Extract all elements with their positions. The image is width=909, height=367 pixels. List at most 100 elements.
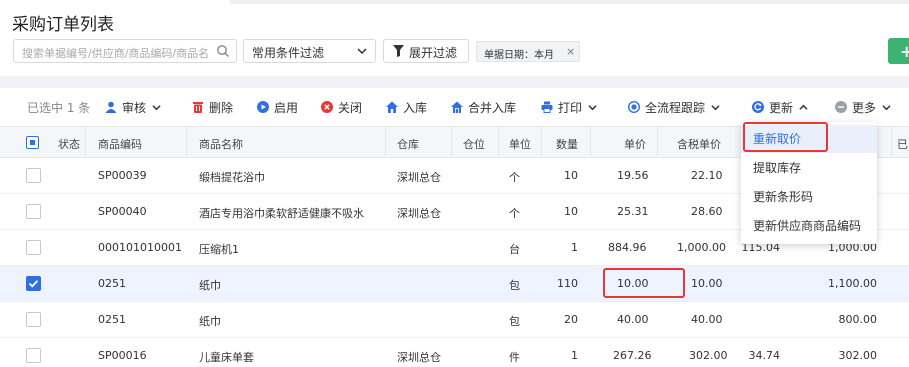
row-checkbox[interactable] xyxy=(26,348,41,363)
cell-unit-price: 267.26 xyxy=(613,349,652,362)
condition-filter-value: 常用条件过滤 xyxy=(252,46,325,60)
enable-button[interactable]: 启用 xyxy=(257,98,298,116)
header-strip xyxy=(230,0,909,4)
cell-quantity: 110 xyxy=(557,277,578,290)
cell-total-amount: 302.00 xyxy=(838,349,878,362)
column-divider xyxy=(891,127,892,159)
action-toolbar: 已选中 1 条 审核 删除 启用 关闭 入库 合并入库 打印 全流程跟踪 更新 … xyxy=(0,88,909,126)
cell-warehouse: 深圳总仓 xyxy=(397,207,441,220)
menu-item-extract-stock[interactable]: 提取库存 xyxy=(741,154,877,182)
unit-price-highlight xyxy=(603,268,685,298)
cell-quantity: 10 xyxy=(564,205,578,218)
cell-warehouse: 深圳总仓 xyxy=(397,171,441,184)
chevron-down-icon xyxy=(711,104,720,110)
update-label: 更新 xyxy=(769,100,794,115)
cell-tax-unit-price: 22.10 xyxy=(691,169,723,182)
reprice-highlight xyxy=(743,122,828,152)
expand-filter-label: 展开过滤 xyxy=(409,46,458,60)
row-checkbox[interactable] xyxy=(26,240,41,255)
search-input[interactable]: 搜索单据编号/供应商/商品编码/商品名 xyxy=(13,39,237,63)
full-process-track-button[interactable]: 全流程跟踪 xyxy=(628,98,720,116)
more-icon xyxy=(835,101,847,113)
column-divider xyxy=(498,127,499,159)
close-icon[interactable]: × xyxy=(566,45,575,58)
cell-unit: 包 xyxy=(509,279,520,292)
cell-tax-unit-price: 40.00 xyxy=(691,313,723,326)
column-divider xyxy=(451,127,452,159)
column-divider xyxy=(385,127,386,159)
checkmark-icon xyxy=(28,280,39,288)
close-order-button[interactable]: 关闭 xyxy=(321,98,362,116)
menu-item-update-barcode[interactable]: 更新条形码 xyxy=(741,183,877,211)
row-checkbox[interactable] xyxy=(26,312,41,327)
row-checkbox[interactable] xyxy=(26,204,41,219)
cell-tax-amount: 34.74 xyxy=(748,349,781,362)
warehouse-icon xyxy=(451,101,463,113)
filter-icon xyxy=(393,45,404,57)
cell-quantity: 20 xyxy=(564,313,578,326)
column-divider xyxy=(590,127,591,159)
page-title: 采购订单列表 xyxy=(12,15,114,35)
column-divider xyxy=(657,127,658,159)
table-row[interactable]: 0251 纸巾 包 110 10.00 10.00 1,100.00 xyxy=(0,266,909,302)
table-row[interactable]: 0251 纸巾 包 20 40.00 40.00 800.00 xyxy=(0,302,909,338)
more-button[interactable]: 更多 xyxy=(835,98,891,116)
header-unit-price: 单价 xyxy=(624,138,646,151)
audit-label: 审核 xyxy=(122,100,147,115)
column-divider xyxy=(186,127,187,159)
stock-in-label: 入库 xyxy=(403,100,428,115)
cell-product-name: 纸巾 xyxy=(199,279,221,292)
cell-product-code: SP00016 xyxy=(98,349,147,362)
cell-product-code: 0251 xyxy=(98,277,126,290)
cell-total-amount: 800.00 xyxy=(838,313,878,326)
chevron-down-icon xyxy=(357,48,367,55)
audit-button[interactable]: 审核 xyxy=(105,98,161,116)
expand-filter-button[interactable]: 展开过滤 xyxy=(383,39,469,63)
enable-label: 启用 xyxy=(274,100,299,115)
cell-product-name: 缎档提花浴巾 xyxy=(199,171,265,184)
cell-unit-price: 25.31 xyxy=(617,205,649,218)
header-tax-unit-price: 含税单价 xyxy=(677,138,721,151)
row-checkbox[interactable] xyxy=(26,168,41,183)
cell-quantity: 1 xyxy=(571,349,578,362)
cell-tax-unit-price: 10.00 xyxy=(691,277,723,290)
select-all-checkbox[interactable] xyxy=(26,136,39,149)
search-placeholder: 搜索单据编号/供应商/商品编码/商品名 xyxy=(22,47,210,60)
user-icon xyxy=(105,101,117,113)
delete-button[interactable]: 删除 xyxy=(192,98,233,116)
cell-quantity: 10 xyxy=(564,169,578,182)
cell-product-code: 000101010001 xyxy=(98,241,182,254)
header-product-name: 商品名称 xyxy=(199,138,243,151)
close-order-label: 关闭 xyxy=(338,100,363,115)
cell-product-code: SP00039 xyxy=(98,169,147,182)
stock-in-button[interactable]: 入库 xyxy=(386,98,427,116)
cell-product-code: 0251 xyxy=(98,313,126,326)
chevron-down-icon xyxy=(152,104,161,110)
play-icon xyxy=(257,101,269,113)
row-checkbox[interactable] xyxy=(26,276,41,291)
chevron-down-icon xyxy=(588,104,597,110)
header-location: 仓位 xyxy=(463,138,485,151)
header-quantity: 数量 xyxy=(556,138,578,151)
merge-stock-in-button[interactable]: 合并入库 xyxy=(451,98,516,116)
condition-filter-select[interactable]: 常用条件过滤 xyxy=(243,39,376,63)
menu-item-update-supplier-code[interactable]: 更新供应商商品编码 xyxy=(741,212,877,240)
search-icon[interactable] xyxy=(216,44,230,58)
cell-unit-price: 40.00 xyxy=(617,313,649,326)
date-filter-tag-label: 单据日期：本月 xyxy=(484,50,554,61)
header-unit: 单位 xyxy=(509,138,531,151)
add-button[interactable]: + xyxy=(888,38,909,64)
cell-warehouse: 深圳总仓 xyxy=(397,351,441,364)
update-button[interactable]: 更新 xyxy=(752,98,808,116)
header-received: 已 xyxy=(897,138,908,151)
printer-icon xyxy=(541,101,553,113)
purchase-order-list-page: 采购订单列表 搜索单据编号/供应商/商品编码/商品名 常用条件过滤 展开过滤 单… xyxy=(0,0,909,367)
print-label: 打印 xyxy=(558,100,583,115)
cell-product-name: 酒店专用浴巾柔软舒适健康不吸水 xyxy=(199,207,364,220)
cell-product-code: SP00040 xyxy=(98,205,147,218)
print-button[interactable]: 打印 xyxy=(541,98,597,116)
table-row[interactable]: SP00016 儿童床单套 深圳总仓 件 1 267.26 302.00 34.… xyxy=(0,338,909,367)
more-label: 更多 xyxy=(852,100,877,115)
close-circle-icon xyxy=(321,101,333,113)
partial-check-mark xyxy=(30,140,35,145)
